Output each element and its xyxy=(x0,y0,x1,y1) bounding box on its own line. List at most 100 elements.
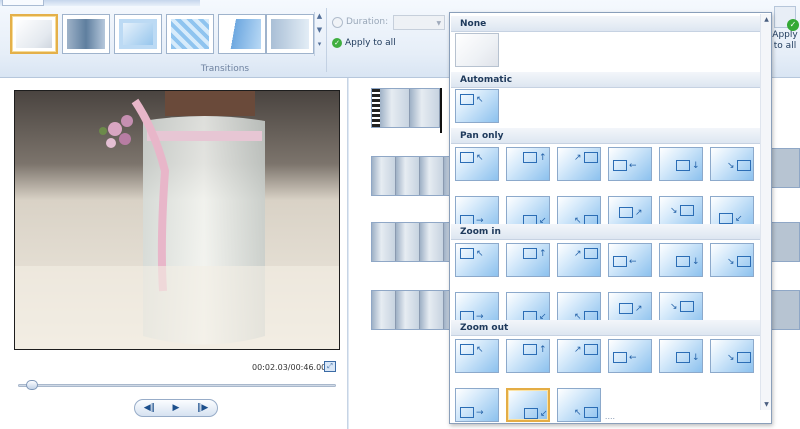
apply-to-all-button[interactable]: ✓ Apply to all xyxy=(770,4,800,64)
effect-zoom-out-1[interactable]: ↖ xyxy=(455,339,499,373)
section-header-zoom-out: Zoom out xyxy=(451,320,760,336)
direction-arrow-icon: → xyxy=(476,408,484,418)
direction-arrow-icon: ↗ xyxy=(574,153,582,163)
effect-pan-only-6[interactable]: ↘ xyxy=(710,147,754,181)
frame-marker-icon xyxy=(737,160,751,171)
preview-pane: 00:02.03/00:46.00 ⤢ ◀‖ ▶ ‖▶ xyxy=(0,78,348,429)
scroll-up-icon[interactable]: ▲ xyxy=(761,14,772,25)
direction-arrow-icon: ← xyxy=(629,353,637,363)
scroll-down-icon[interactable]: ▼ xyxy=(761,399,772,410)
gallery-scrollbar[interactable]: ▲ ▼ xyxy=(760,14,771,410)
effect-zoom-out-2[interactable]: ↑ xyxy=(506,339,550,373)
effect-none-1[interactable] xyxy=(455,33,499,67)
duration-control: Duration: ▼ xyxy=(332,14,446,30)
effect-zoom-out-5[interactable]: ↓ xyxy=(659,339,703,373)
frame-marker-icon xyxy=(523,344,537,355)
effect-zoom-in-2[interactable]: ↑ xyxy=(506,243,550,277)
resize-grip-icon[interactable]: .... xyxy=(600,413,620,421)
effect-zoom-in-1[interactable]: ↖ xyxy=(455,243,499,277)
ribbon-group-label: Transitions xyxy=(200,64,250,74)
fullscreen-icon[interactable]: ⤢ xyxy=(324,361,336,372)
effect-pan-only-3[interactable]: ↗ xyxy=(557,147,601,181)
direction-arrow-icon: ↙ xyxy=(540,409,548,419)
frame-marker-icon xyxy=(460,344,474,355)
clock-icon xyxy=(332,16,343,28)
previous-frame-button[interactable]: ◀‖ xyxy=(144,403,155,413)
playback-controls: ◀‖ ▶ ‖▶ xyxy=(134,399,218,417)
frame-marker-icon xyxy=(584,407,598,418)
direction-arrow-icon: ↖ xyxy=(476,249,484,259)
duration-label: Duration: xyxy=(346,17,389,27)
frame-marker-icon xyxy=(619,303,633,314)
direction-arrow-icon: ↓ xyxy=(692,257,700,267)
apply-to-all-small-button[interactable]: ✓ Apply to all xyxy=(332,38,396,48)
gallery-down-icon[interactable]: ▼ xyxy=(315,26,324,40)
gallery-up-icon[interactable]: ▲ xyxy=(315,12,324,26)
direction-arrow-icon: ↗ xyxy=(635,304,643,314)
transition-box-thumbnail[interactable] xyxy=(114,14,162,54)
transition-dissolve-thumbnail[interactable] xyxy=(266,14,314,54)
direction-arrow-icon: ↘ xyxy=(727,257,735,267)
frame-marker-icon xyxy=(676,160,690,171)
effect-zoom-out-9[interactable]: ↖ xyxy=(557,388,601,422)
transition-checker-thumbnail[interactable] xyxy=(166,14,214,54)
direction-arrow-icon: ↘ xyxy=(670,302,678,312)
effect-zoom-in-4[interactable]: ← xyxy=(608,243,652,277)
check-icon: ✓ xyxy=(787,19,799,31)
video-preview[interactable] xyxy=(14,90,340,350)
transition-gallery-scroll[interactable]: ▲ ▼ ▾ xyxy=(314,12,324,56)
transition-crossfade-thumbnail[interactable] xyxy=(62,14,110,54)
effect-zoom-out-7[interactable]: → xyxy=(455,388,499,422)
frame-marker-icon xyxy=(680,205,694,216)
apply-to-all-icon: ✓ xyxy=(774,6,799,31)
storyboard-clip-edge-2[interactable] xyxy=(771,222,800,262)
ribbon-tab-strip xyxy=(0,0,200,6)
storyboard-clip-edge-3[interactable] xyxy=(771,290,800,330)
pan-zoom-effects-gallery: ▲ ▼ .... None Automatic ↖ Pan only ↖ ↑ ↗ ← ↓ ↘ → ↙ ↖… xyxy=(449,12,772,424)
section-header-pan-only: Pan only xyxy=(451,128,760,144)
direction-arrow-icon: ↑ xyxy=(539,153,547,163)
frame-marker-icon xyxy=(613,256,627,267)
effect-pan-only-1[interactable]: ↖ xyxy=(455,147,499,181)
frame-marker-icon xyxy=(584,344,598,355)
effect-pan-only-2[interactable]: ↑ xyxy=(506,147,550,181)
frame-marker-icon xyxy=(523,248,537,259)
film-strip-icon xyxy=(372,89,380,127)
section-header-zoom-in: Zoom in xyxy=(451,224,760,240)
transition-page-thumbnail[interactable] xyxy=(218,14,266,54)
section-header-none: None xyxy=(451,16,760,32)
apply-to-all-label: Apply to all xyxy=(345,38,396,48)
direction-arrow-icon: ↓ xyxy=(692,161,700,171)
seek-bar[interactable] xyxy=(18,384,336,387)
seek-thumb[interactable] xyxy=(26,380,39,390)
effect-zoom-out-4[interactable]: ← xyxy=(608,339,652,373)
storyboard-clip-1[interactable] xyxy=(371,88,441,128)
direction-arrow-icon: ← xyxy=(629,161,637,171)
frame-marker-icon xyxy=(460,152,474,163)
direction-arrow-icon: ↑ xyxy=(539,345,547,355)
effect-automatic-1[interactable]: ↖ xyxy=(455,89,499,123)
direction-arrow-icon: ↘ xyxy=(727,353,735,363)
direction-arrow-icon: ↖ xyxy=(476,95,484,105)
next-frame-button[interactable]: ‖▶ xyxy=(197,403,208,413)
effect-zoom-out-3[interactable]: ↗ xyxy=(557,339,601,373)
transition-none-thumbnail[interactable] xyxy=(10,14,58,54)
direction-arrow-icon: ← xyxy=(629,257,637,267)
gallery-more-icon[interactable]: ▾ xyxy=(315,40,324,54)
effect-zoom-out-8[interactable]: ↙ xyxy=(506,388,550,422)
direction-arrow-icon: ↗ xyxy=(574,345,582,355)
storyboard-clip-edge-1[interactable] xyxy=(771,148,800,188)
duration-dropdown[interactable]: ▼ xyxy=(393,14,446,30)
play-button[interactable]: ▶ xyxy=(173,403,180,413)
frame-marker-icon xyxy=(523,152,537,163)
effect-pan-only-4[interactable]: ← xyxy=(608,147,652,181)
ribbon-divider xyxy=(326,8,327,72)
effect-pan-only-5[interactable]: ↓ xyxy=(659,147,703,181)
effect-zoom-in-5[interactable]: ↓ xyxy=(659,243,703,277)
effect-zoom-in-3[interactable]: ↗ xyxy=(557,243,601,277)
frame-marker-icon xyxy=(737,352,751,363)
playhead[interactable] xyxy=(440,88,442,133)
effect-zoom-out-6[interactable]: ↘ xyxy=(710,339,754,373)
ribbon-tab-active[interactable] xyxy=(2,0,44,6)
effect-zoom-in-6[interactable]: ↘ xyxy=(710,243,754,277)
